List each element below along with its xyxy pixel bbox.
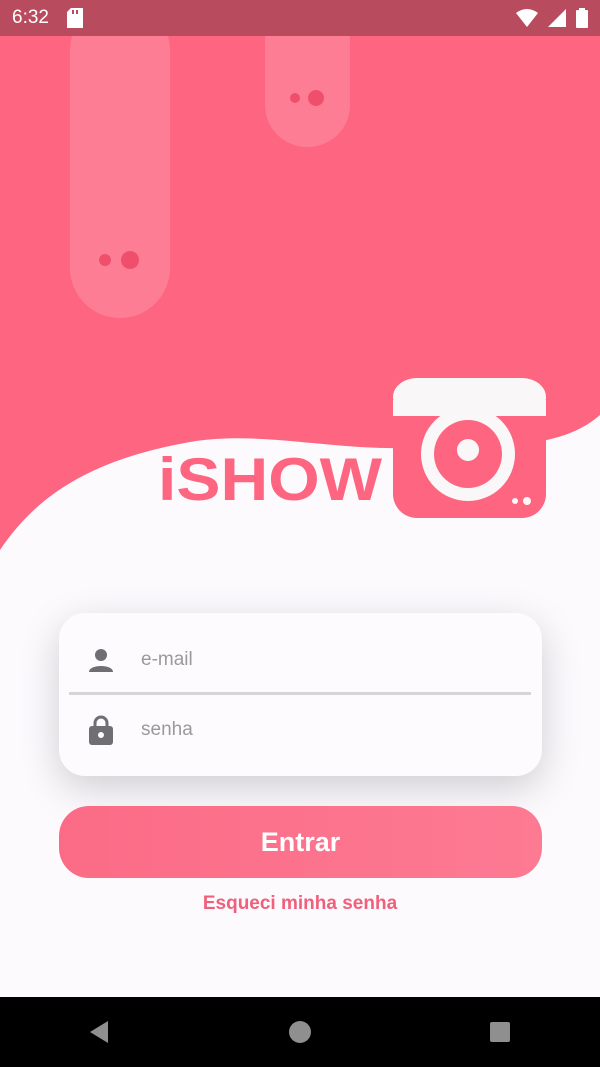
logo-app-text: app bbox=[318, 410, 371, 443]
person-icon bbox=[81, 647, 121, 673]
recents-button[interactable] bbox=[460, 1002, 540, 1062]
lock-icon bbox=[81, 715, 121, 745]
forgot-password-link[interactable]: Esqueci minha senha bbox=[0, 893, 600, 915]
battery-icon bbox=[576, 8, 588, 28]
email-field-row bbox=[59, 625, 542, 695]
recents-icon bbox=[490, 1022, 510, 1042]
home-button[interactable] bbox=[260, 1002, 340, 1062]
password-input[interactable] bbox=[139, 718, 503, 742]
login-button[interactable]: Entrar bbox=[59, 806, 542, 878]
login-card bbox=[59, 613, 542, 776]
password-field-row bbox=[59, 695, 542, 765]
decorative-drop-left bbox=[70, 0, 170, 318]
navigation-bar bbox=[0, 997, 600, 1067]
status-time: 6:32 bbox=[12, 7, 49, 28]
status-bar: 6:32 bbox=[0, 0, 600, 36]
logo-brand-text: iSHOW bbox=[158, 446, 382, 513]
camera-logo-icon bbox=[393, 378, 546, 518]
email-input[interactable] bbox=[139, 648, 503, 672]
back-icon bbox=[90, 1021, 108, 1043]
sd-card-icon bbox=[66, 8, 83, 28]
back-button[interactable] bbox=[60, 1002, 140, 1062]
app-logo: app iSHOW bbox=[158, 378, 546, 518]
home-icon bbox=[289, 1021, 311, 1043]
signal-icon bbox=[548, 9, 566, 27]
wifi-icon bbox=[516, 9, 538, 27]
